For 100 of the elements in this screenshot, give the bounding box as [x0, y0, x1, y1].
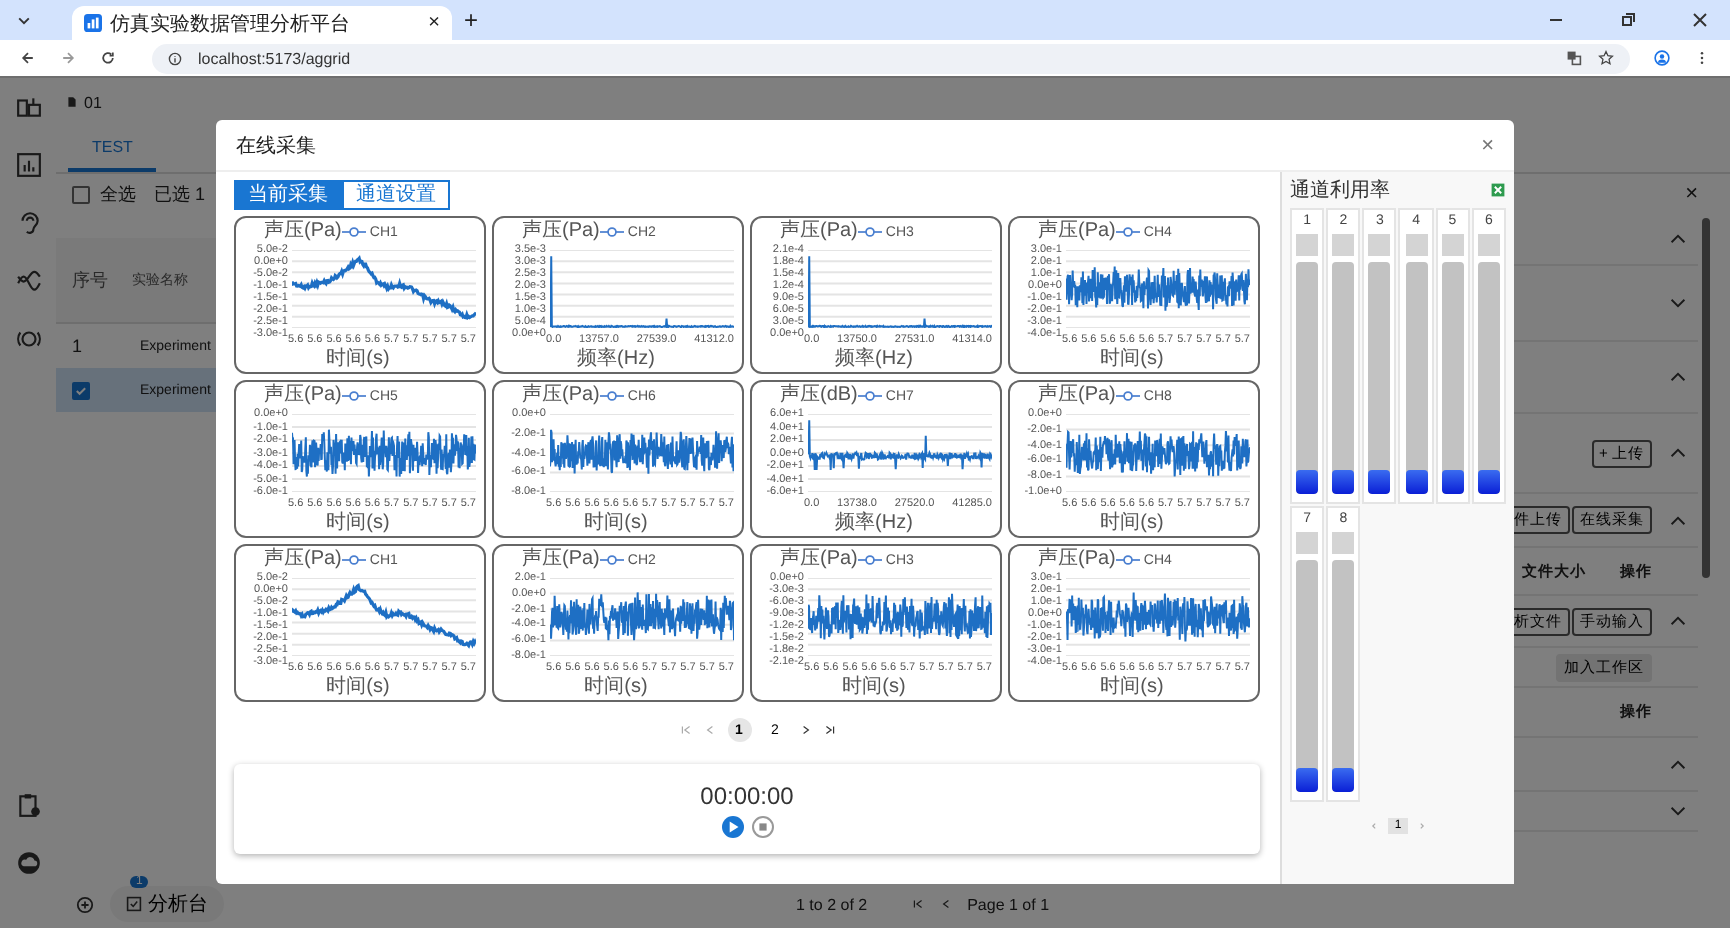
channel-indicator [1477, 234, 1500, 256]
new-tab-button[interactable]: + [464, 6, 479, 34]
profile-icon[interactable] [1654, 50, 1670, 66]
chevron-down-icon[interactable] [1670, 298, 1686, 308]
legend-icon [341, 390, 366, 402]
channel-indicator [1332, 234, 1355, 256]
translate-icon[interactable] [1566, 50, 1582, 66]
x-axis-label: 时间(s) [1100, 348, 1164, 370]
dialog-title: 在线采集 [236, 133, 316, 159]
previous-page-icon[interactable] [939, 898, 952, 910]
ear-icon[interactable] [15, 210, 41, 236]
x-axis-label: 时间(s) [584, 676, 648, 698]
x-axis-label: 时间(s) [326, 676, 390, 698]
checkbox-icon [126, 896, 142, 912]
row-range: 1 to 2 of 2 [796, 895, 868, 913]
x-axis-label: 时间(s) [1100, 512, 1164, 534]
channel-indicator [1332, 532, 1355, 554]
legend-icon [599, 554, 624, 566]
scrollbar[interactable] [1702, 218, 1710, 578]
clipboard-icon[interactable] [15, 792, 41, 818]
tab[interactable]: 当前采集 [234, 180, 342, 210]
legend-icon [857, 390, 882, 402]
info-icon [168, 51, 182, 65]
chevron-up-icon[interactable] [1670, 515, 1686, 525]
close-icon[interactable] [1690, 10, 1710, 30]
panels-icon[interactable] [15, 94, 41, 120]
legend-icon [341, 226, 366, 238]
timer: 00:00:00 [700, 781, 794, 809]
x-axis-label: 时间(s) [326, 512, 390, 534]
legend-icon [857, 554, 882, 566]
chevron-up-icon[interactable] [1670, 448, 1686, 458]
channel-indicator [1368, 234, 1391, 256]
channel-indicator [1296, 532, 1319, 554]
y-axis-label: 声压(Pa) [520, 220, 600, 244]
chevron-up-icon[interactable] [1670, 234, 1686, 244]
x-axis-label: 时间(s) [326, 348, 390, 370]
table-cell-text: 1 [70, 336, 85, 356]
chevron-up-icon[interactable] [1670, 759, 1686, 769]
y-axis-label: 声压(Pa) [262, 384, 342, 408]
y-axis-label: 声压(Pa) [1036, 384, 1116, 408]
x-axis-label: 频率(Hz) [835, 348, 913, 370]
y-axis-label: 声压(Pa) [778, 220, 858, 244]
y-axis-label: 声压(Pa) [1036, 220, 1116, 244]
reload-icon[interactable] [100, 50, 116, 66]
legend-icon [341, 554, 366, 566]
chevron-up-icon[interactable] [1670, 616, 1686, 626]
tab-list-icon[interactable] [16, 12, 32, 28]
bar-chart-icon[interactable] [15, 152, 41, 178]
bar-chart-icon [84, 14, 102, 32]
stop-button[interactable] [751, 815, 773, 837]
y-axis-label: 声压(dB) [778, 384, 858, 408]
legend-icon [1115, 554, 1140, 566]
star-icon[interactable] [1598, 50, 1614, 66]
cloud-icon[interactable] [15, 850, 41, 876]
channel-indicator [1441, 234, 1464, 256]
select-all-label: 全选 [100, 181, 136, 207]
back-arrow-icon[interactable] [20, 50, 36, 66]
restore-icon[interactable] [1618, 10, 1638, 30]
workbench-button[interactable]: 分析台 [110, 886, 224, 922]
browser-tab[interactable]: 仿真实验数据管理分析平台 × [72, 6, 452, 40]
column-header: 序号 [70, 267, 110, 293]
y-axis-label: 声压(Pa) [1036, 548, 1116, 572]
add-icon[interactable] [76, 895, 94, 913]
y-axis-label: 声压(Pa) [262, 220, 342, 244]
checkbox[interactable] [72, 185, 90, 203]
first-page-icon[interactable] [911, 898, 924, 910]
x-axis-label: 时间(s) [842, 676, 906, 698]
close-button[interactable]: × [1685, 182, 1698, 206]
y-axis-label: 声压(Pa) [520, 548, 600, 572]
selected-count: 已选 1 [154, 181, 206, 207]
legend-icon [1115, 390, 1140, 402]
spreadsheet-icon[interactable] [1490, 182, 1506, 198]
channel-indicator [1405, 234, 1428, 256]
chevron-up-icon[interactable] [1670, 372, 1686, 382]
x-axis-label: 频率(Hz) [835, 512, 913, 534]
close-button[interactable]: × [1481, 133, 1494, 157]
next-page-icon[interactable] [799, 724, 811, 736]
tab-close-button[interactable]: × [428, 12, 440, 34]
checkbox[interactable] [72, 381, 90, 399]
x-axis-label: 时间(s) [1100, 676, 1164, 698]
last-page-icon[interactable] [823, 724, 835, 736]
sensor-icon[interactable] [15, 326, 41, 352]
legend-icon [1115, 226, 1140, 238]
play-button[interactable] [721, 815, 743, 837]
forward-arrow-icon[interactable] [60, 50, 76, 66]
y-axis-label: 声压(Pa) [778, 548, 858, 572]
legend-icon [857, 226, 882, 238]
legend-icon [599, 226, 624, 238]
tab[interactable]: 通道设置 [342, 180, 450, 210]
page-status: Page 1 of 1 [967, 895, 1050, 913]
address-bar[interactable]: localhost:5173/aggrid [152, 43, 1630, 73]
tab[interactable]: TEST [68, 126, 157, 172]
legend-icon [599, 390, 624, 402]
panel-title: 通道利用率 [1290, 177, 1390, 204]
channel-indicator [1296, 234, 1319, 256]
x-axis-label: 频率(Hz) [577, 348, 655, 370]
chevron-down-icon[interactable] [1670, 806, 1686, 816]
stop-icon [753, 817, 771, 835]
breadcrumb: 01 [84, 93, 102, 111]
wave-icon[interactable] [15, 268, 41, 294]
